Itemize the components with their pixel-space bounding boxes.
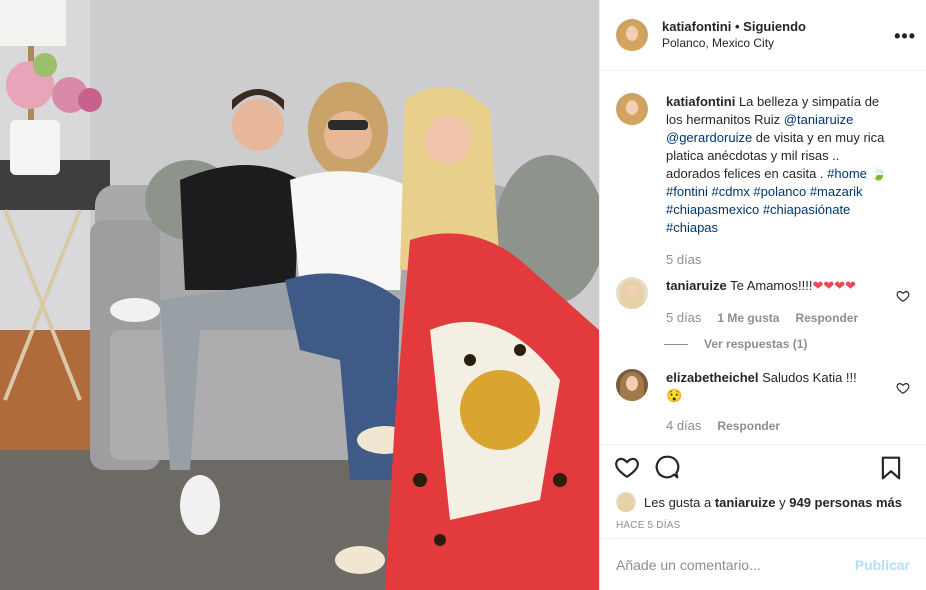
view-replies-button[interactable]: Ver respuestas (1) bbox=[664, 337, 910, 351]
replies-line bbox=[664, 343, 688, 345]
separator-dot: • bbox=[734, 19, 740, 34]
more-options-icon[interactable]: ••• bbox=[894, 26, 916, 47]
author-info: katiafontini • Siguiendo Polanco, Mexico… bbox=[662, 18, 806, 52]
comment-text: Te Amamos!!!! bbox=[726, 278, 813, 293]
caption-avatar[interactable] bbox=[616, 93, 648, 125]
leaf-emoji: 🍃 bbox=[870, 166, 887, 181]
comment-username[interactable]: elizabetheichel bbox=[666, 370, 758, 385]
comment-item: elizabetheichel Saludos Katia !!! 😯 4 dí… bbox=[616, 369, 910, 435]
post-actions bbox=[600, 444, 926, 488]
caption-body: katiafontini La belleza y simpatía de lo… bbox=[666, 93, 896, 269]
likes-summary: Les gusta a taniaruize y 949 personas má… bbox=[600, 488, 926, 514]
like-comment-heart-icon[interactable] bbox=[896, 289, 910, 303]
comment-time[interactable]: 5 días bbox=[666, 309, 701, 327]
post-location[interactable]: Polanco, Mexico City bbox=[662, 35, 806, 52]
add-comment-input[interactable] bbox=[616, 556, 855, 573]
post-header: katiafontini • Siguiendo Polanco, Mexico… bbox=[600, 0, 926, 71]
photo-illustration bbox=[0, 0, 599, 590]
likes-text: Les gusta a taniaruize y 949 personas má… bbox=[644, 495, 902, 510]
likes-count[interactable]: 949 personas más bbox=[789, 495, 902, 510]
comment-text: Saludos Katia !!! bbox=[758, 370, 857, 385]
comment-username[interactable]: taniaruize bbox=[666, 278, 727, 293]
mention-taniaruize[interactable]: @taniaruize bbox=[784, 112, 854, 127]
commenter-avatar[interactable] bbox=[616, 277, 648, 309]
post-timestamp[interactable]: HACE 5 DÍAS bbox=[600, 514, 926, 538]
author-avatar[interactable] bbox=[616, 19, 648, 51]
caption: katiafontini La belleza y simpatía de lo… bbox=[616, 93, 910, 269]
reply-button[interactable]: Responder bbox=[717, 417, 780, 435]
caption-meta: 5 días bbox=[666, 251, 896, 269]
comment-item: taniaruize Te Amamos!!!!❤❤❤❤ 5 días 1 Me… bbox=[616, 277, 910, 327]
comment-likes[interactable]: 1 Me gusta bbox=[717, 309, 779, 327]
comment-time[interactable]: 4 días bbox=[666, 417, 701, 435]
author-username[interactable]: katiafontini bbox=[662, 19, 731, 34]
caption-username[interactable]: katiafontini bbox=[666, 94, 735, 109]
reply-button[interactable]: Responder bbox=[795, 309, 858, 327]
comment-meta: 5 días 1 Me gusta Responder bbox=[666, 309, 896, 327]
comment-bubble-icon[interactable] bbox=[654, 454, 680, 480]
post-photo[interactable] bbox=[0, 0, 599, 590]
mention-gerardoruize[interactable]: @gerardoruize bbox=[666, 130, 752, 145]
post-side-panel: katiafontini • Siguiendo Polanco, Mexico… bbox=[599, 0, 926, 590]
like-heart-icon[interactable] bbox=[614, 454, 640, 480]
surprised-emoji: 😯 bbox=[666, 388, 683, 403]
hashtag-home[interactable]: #home bbox=[827, 166, 867, 181]
view-replies-label: Ver respuestas (1) bbox=[704, 337, 808, 351]
comment-body: elizabetheichel Saludos Katia !!! 😯 4 dí… bbox=[666, 369, 896, 435]
like-comment-heart-icon[interactable] bbox=[896, 381, 910, 395]
comments-list[interactable]: katiafontini La belleza y simpatía de lo… bbox=[600, 71, 926, 444]
caption-time[interactable]: 5 días bbox=[666, 251, 701, 269]
commenter-avatar[interactable] bbox=[616, 369, 648, 401]
liker-username[interactable]: taniaruize bbox=[715, 495, 776, 510]
likes-middle: y bbox=[775, 494, 790, 510]
comment-meta: 4 días Responder bbox=[666, 417, 896, 435]
hashtags[interactable]: #fontini #cdmx #polanco #mazarik #chiapa… bbox=[666, 184, 863, 235]
follow-status-button[interactable]: Siguiendo bbox=[743, 19, 806, 34]
hearts-emoji: ❤❤❤❤ bbox=[812, 278, 857, 293]
bookmark-icon[interactable] bbox=[878, 455, 904, 481]
liker-avatar[interactable] bbox=[616, 492, 636, 512]
likes-prefix: Les gusta a bbox=[644, 494, 715, 510]
comment-body: taniaruize Te Amamos!!!!❤❤❤❤ 5 días 1 Me… bbox=[666, 277, 896, 327]
publish-button[interactable]: Publicar bbox=[855, 557, 910, 573]
add-comment-bar: Publicar bbox=[600, 538, 926, 590]
